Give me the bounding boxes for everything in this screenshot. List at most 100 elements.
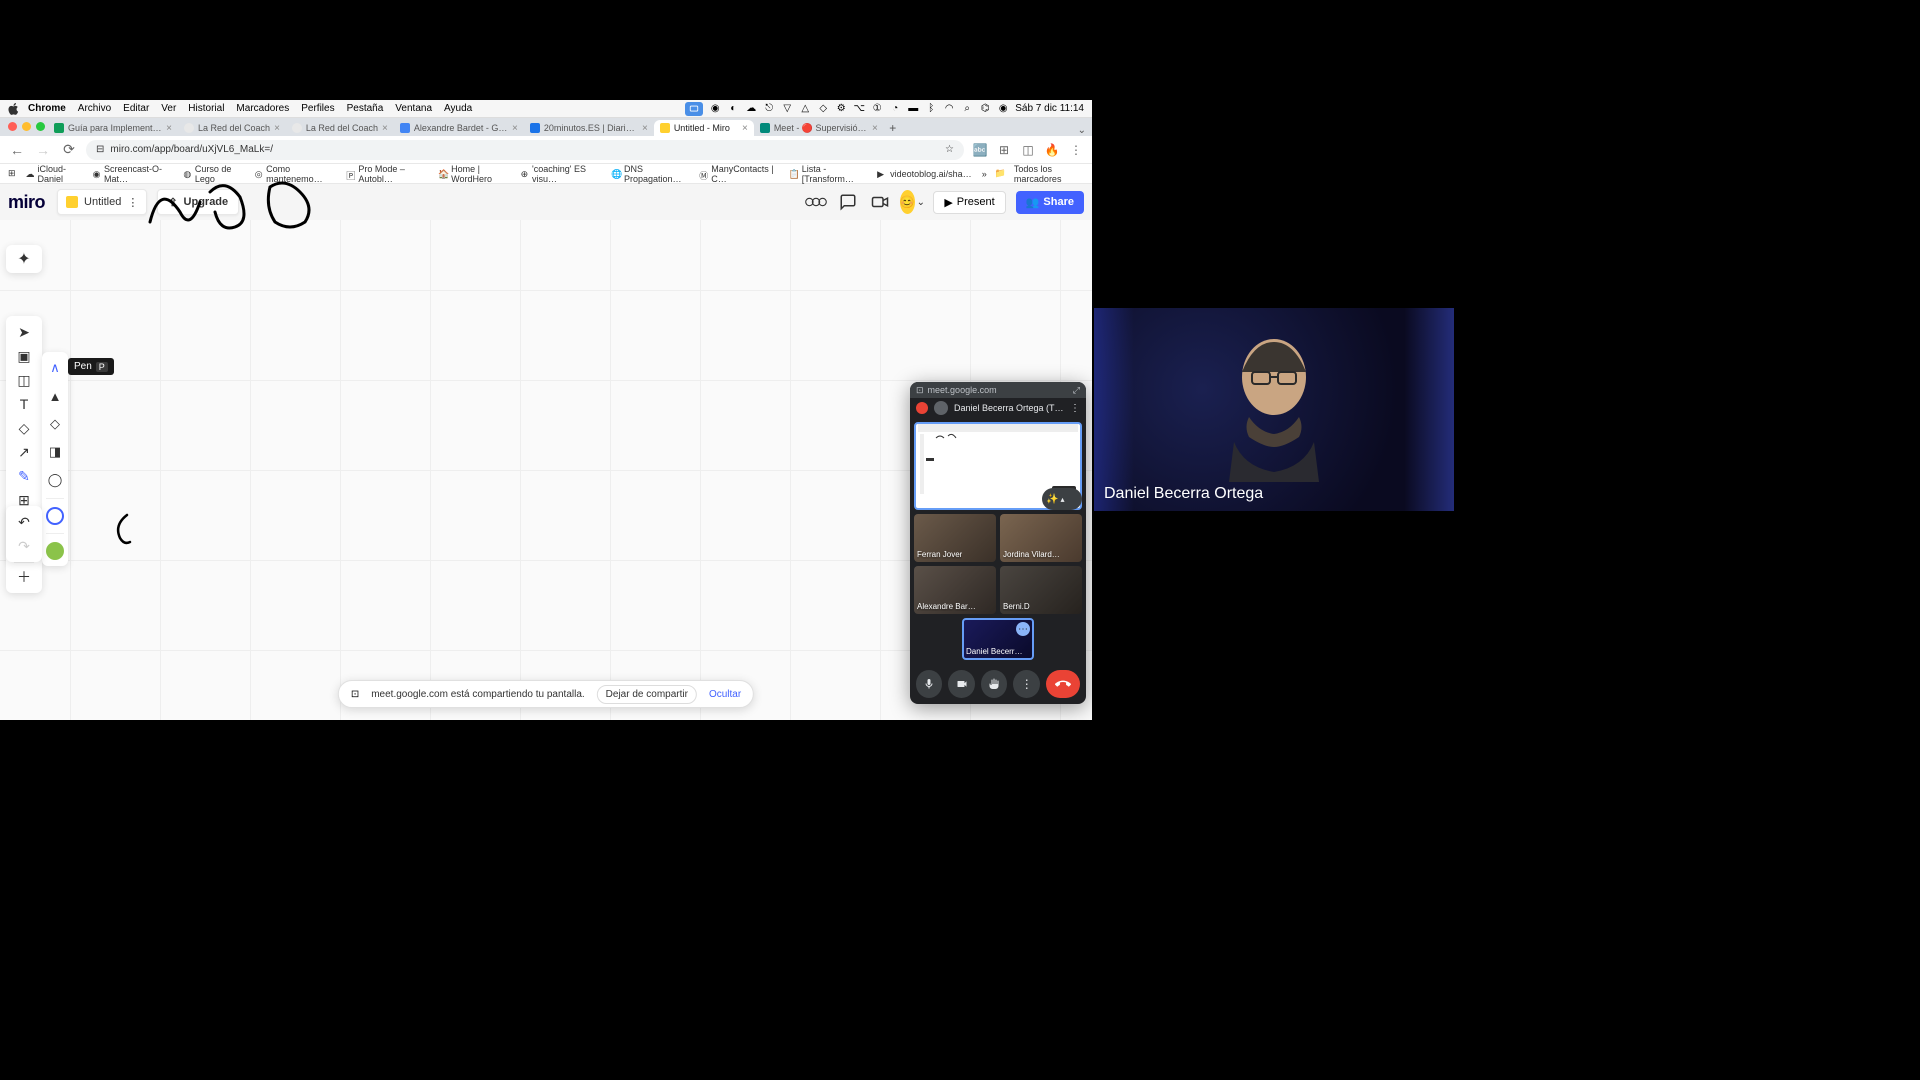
menubar-icon[interactable]: ◉ — [709, 103, 721, 115]
extension-icon[interactable]: ◫ — [1020, 142, 1036, 158]
eraser-tool[interactable]: ◨ — [45, 442, 65, 462]
apps-button[interactable]: ⊞ — [8, 168, 16, 179]
redo-button[interactable]: ↷ — [10, 534, 38, 558]
bookmark-item[interactable]: ⊕'coaching' ES visu… — [521, 164, 601, 184]
comment-icon[interactable] — [837, 191, 859, 213]
miro-logo[interactable]: miro — [8, 192, 45, 213]
site-info-icon[interactable]: ⊟ — [96, 144, 104, 155]
bookmark-folder-icon[interactable]: 📁 — [995, 168, 1006, 179]
templates-tool[interactable]: ▣ — [10, 344, 38, 368]
select-tool[interactable]: ➤ — [10, 320, 38, 344]
close-icon[interactable]: × — [166, 123, 172, 134]
bookmark-item[interactable]: 📋Lista - [Transform… — [789, 164, 867, 184]
undo-button[interactable]: ↶ — [10, 510, 38, 534]
back-button[interactable]: ← — [8, 141, 26, 159]
meet-shared-screen[interactable]: ✨▴ — [914, 422, 1082, 510]
menubar-icon[interactable]: ① — [871, 103, 883, 115]
share-button[interactable]: 👥 Share — [1016, 191, 1084, 214]
menubar-icon[interactable]: ⌥ — [853, 103, 865, 115]
mic-button[interactable] — [916, 670, 942, 698]
board-name-pill[interactable]: Untitled ⋮ — [57, 189, 147, 215]
participant-tile[interactable]: Berni.D — [1000, 566, 1082, 614]
browser-tab-active[interactable]: Untitled - Miro× — [654, 120, 754, 136]
browser-tab[interactable]: 20minutos.ES | Diario abiert…× — [524, 120, 654, 136]
menubar-icon[interactable]: ◇ — [817, 103, 829, 115]
all-bookmarks[interactable]: Todos los marcadores — [1014, 164, 1084, 184]
video-icon[interactable] — [869, 191, 891, 213]
clock[interactable]: Sáb 7 dic 11:14 — [1015, 103, 1084, 114]
pen-smart[interactable]: ◇ — [45, 414, 65, 434]
expand-icon[interactable]: ⤢ — [1073, 385, 1080, 396]
participant-tile[interactable]: Alexandre Bar… — [914, 566, 996, 614]
bookmark-item[interactable]: 🏠Home | WordHero — [438, 164, 510, 184]
menubar-icon[interactable]: ⚙ — [835, 103, 847, 115]
lasso-tool[interactable]: ◯ — [45, 470, 65, 490]
meet-more-icon[interactable]: ⋮ — [1070, 403, 1080, 414]
more-tools[interactable]: ＋ — [10, 565, 38, 589]
menubar-icon[interactable]: ◐ — [727, 103, 739, 115]
add-tool-button[interactable]: ✦ — [6, 245, 42, 273]
screen-share-indicator[interactable] — [685, 102, 703, 116]
stop-share-button[interactable]: Dejar de compartir — [597, 685, 697, 704]
hide-banner-button[interactable]: Ocultar — [709, 689, 741, 700]
end-call-button[interactable] — [1046, 670, 1080, 698]
reload-button[interactable]: ⟳ — [60, 141, 78, 159]
mac-menu-app[interactable]: Chrome — [28, 103, 66, 114]
extension-icon[interactable]: 🔤 — [972, 142, 988, 158]
more-button[interactable]: ⋮ — [1013, 670, 1039, 698]
window-maximize[interactable] — [36, 122, 45, 131]
menubar-icon[interactable]: △ — [799, 103, 811, 115]
raise-hand-button[interactable] — [981, 670, 1007, 698]
window-close[interactable] — [8, 122, 17, 131]
mac-menu-items[interactable]: Chrome Archivo Editar Ver Historial Marc… — [28, 103, 472, 114]
close-icon[interactable]: × — [382, 123, 388, 134]
browser-tab[interactable]: Meet - 🔴 Supervisión Se…× — [754, 120, 884, 136]
color-green[interactable] — [46, 542, 64, 560]
participant-tile[interactable]: Ferran Jover — [914, 514, 996, 562]
close-icon[interactable]: × — [642, 123, 648, 134]
chrome-menu-icon[interactable]: ⋮ — [1068, 142, 1084, 158]
connect-tool[interactable]: ↗ — [10, 440, 38, 464]
board-menu-icon[interactable]: ⋮ — [127, 196, 138, 209]
reactions-icon[interactable]: 😊 ⌄ — [901, 191, 923, 213]
menubar-icon[interactable]: ⎋ — [763, 103, 775, 115]
bookmark-item[interactable]: ⓂManyContacts | C… — [699, 164, 778, 184]
bookmark-overflow[interactable]: » — [982, 169, 987, 179]
text-tool[interactable]: T — [10, 392, 38, 416]
effects-button[interactable]: ✨▴ — [1042, 488, 1082, 510]
close-icon[interactable]: × — [742, 123, 748, 134]
shapes-tool[interactable]: ◇ — [10, 416, 38, 440]
close-icon[interactable]: × — [512, 123, 518, 134]
star-icon[interactable]: ☆ — [945, 144, 954, 155]
self-tile[interactable]: ⋯ Daniel Becerr… — [962, 618, 1034, 660]
collab-icon[interactable] — [805, 191, 827, 213]
tile-more-icon[interactable]: ⋯ — [1016, 622, 1030, 636]
search-icon[interactable]: ⌕ — [961, 103, 973, 115]
tab-dropdown[interactable]: ⌄ — [1078, 125, 1086, 136]
new-tab-button[interactable]: + — [884, 120, 902, 136]
close-icon[interactable]: × — [274, 123, 280, 134]
control-center-icon[interactable]: ⌬ — [979, 103, 991, 115]
wifi-icon[interactable]: ◠ — [943, 103, 955, 115]
bluetooth-icon[interactable]: ᛒ — [925, 103, 937, 115]
menubar-icon[interactable]: ▬ — [907, 103, 919, 115]
sticky-tool[interactable]: ◫ — [10, 368, 38, 392]
menubar-icon[interactable]: ▽ — [781, 103, 793, 115]
address-bar[interactable]: ⊟ miro.com/app/board/uXjVL6_MaLk=/ ☆ — [86, 140, 964, 160]
browser-tab[interactable]: La Red del Coach× — [286, 120, 394, 136]
meet-pip-window[interactable]: ⊡ meet.google.com ⤢ Daniel Becerra Orteg… — [910, 382, 1086, 704]
menubar-icon[interactable]: ☁ — [745, 103, 757, 115]
menubar-icon[interactable]: ◔ — [889, 103, 901, 115]
close-icon[interactable]: × — [872, 123, 878, 134]
participant-tile[interactable]: Jordina Vilard… — [1000, 514, 1082, 562]
extension-icon[interactable]: ⊞ — [996, 142, 1012, 158]
window-minimize[interactable] — [22, 122, 31, 131]
bookmark-item[interactable]: 🌐DNS Propagation… — [611, 164, 689, 184]
pen-thin[interactable]: ∧ — [45, 358, 65, 378]
camera-button[interactable] — [948, 670, 974, 698]
bookmark-item[interactable]: ☁iCloud-Daniel — [26, 164, 83, 184]
pen-tool-active[interactable]: ✎ — [10, 464, 38, 488]
pen-highlighter[interactable]: ▲ — [45, 386, 65, 406]
bookmark-item[interactable]: ▶videotoblog.ai/sha… — [877, 169, 972, 179]
bookmark-item[interactable]: 🄿Pro Mode – Autobl… — [346, 164, 428, 184]
